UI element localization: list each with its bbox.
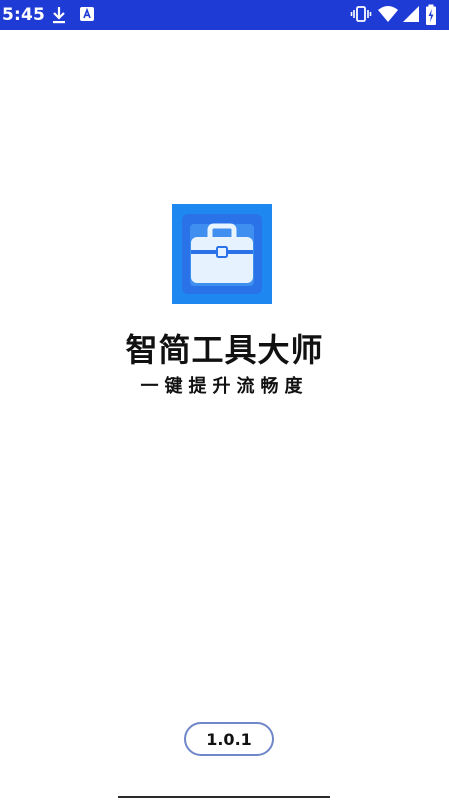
bottom-divider <box>118 796 330 798</box>
toolbox-icon <box>172 204 272 304</box>
app-slogan: 一键提升流畅度 <box>140 376 309 397</box>
app-name: 智简工具大师 <box>125 331 324 369</box>
splash-content: 智简工具大师 一键提升流畅度 1.0.1 <box>0 0 449 800</box>
version-badge: 1.0.1 <box>184 722 274 756</box>
